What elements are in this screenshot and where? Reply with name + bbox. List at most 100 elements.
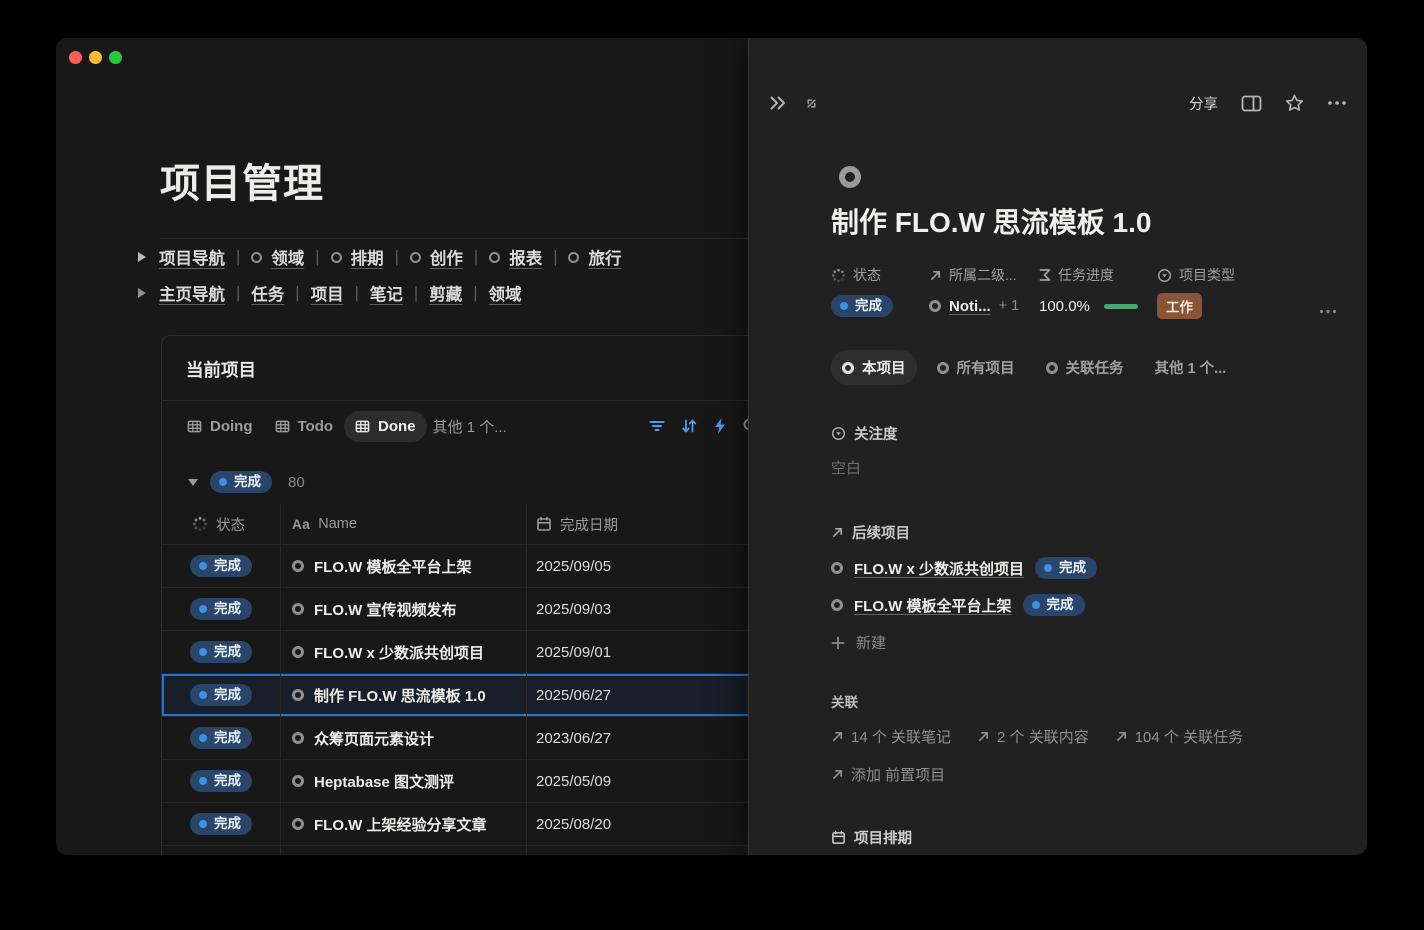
add-predecessor-button[interactable]: 添加 前置项目 [831,764,1337,785]
nav-link-clips[interactable]: 剪藏 [429,281,462,305]
nav-link-tasks[interactable]: 任务 [251,281,284,305]
view-tab-done[interactable]: Done [344,411,427,442]
property-type[interactable]: 项目类型 工作 [1157,265,1265,318]
close-window-button[interactable] [69,51,82,64]
nav-mention-create[interactable]: 创作 [410,245,463,269]
done-date[interactable]: 2025/05/09 [536,773,611,790]
status-badge[interactable]: 完成 [190,727,252,749]
page-icon[interactable] [839,166,861,188]
minimize-window-button[interactable] [89,51,102,64]
column-header-status[interactable]: 状态 [162,504,280,544]
property-parent[interactable]: 所属二级... Noti...+ 1 [929,265,1039,318]
nav-link-projects[interactable]: 项目 [311,281,344,305]
followup-item-title[interactable]: FLO.W 模板全平台上架 [854,595,1012,616]
project-name[interactable]: Heptabase 图文测评 [314,771,454,792]
sort-icon[interactable] [680,417,698,435]
property-status[interactable]: 状态 完成 [831,265,929,318]
done-date[interactable]: 2025/09/05 [536,558,611,575]
nav-link-project-nav[interactable]: 项目导航 [159,245,225,269]
rollup-sigma-icon [1039,268,1051,282]
expand-fullpage-icon[interactable] [804,96,819,111]
peek-page-title[interactable]: 制作 FLO.W 思流模板 1.0 [831,204,1337,242]
toggle-open-icon[interactable] [138,288,146,298]
more-properties-button[interactable] [1319,309,1337,314]
calendar-icon [536,516,552,532]
done-date[interactable]: 2023/06/27 [536,730,611,747]
status-badge[interactable]: 完成 [190,684,252,706]
nav-mention-schedule[interactable]: 排期 [331,245,384,269]
status-badge[interactable]: 完成 [190,598,252,620]
page-circle-icon [292,689,304,701]
status-badge[interactable]: 完成 [190,813,252,835]
nav-link-home-nav[interactable]: 主页导航 [159,281,225,305]
favorite-star-icon[interactable] [1285,94,1304,112]
project-name[interactable]: 众筹页面元素设计 [314,728,434,749]
app-window: 项目管理 项目导航 | 领域 | 排期 | 创作 | 报表 | 旅行 主页导航 … [56,38,1367,855]
attention-label: 关注度 [831,423,1337,444]
attention-empty-value[interactable]: 空白 [831,457,1337,478]
page-circle-icon [831,599,843,611]
page-circle-icon [292,646,304,658]
zoom-window-button[interactable] [109,51,122,64]
view-tab-label: Doing [210,418,253,435]
project-name[interactable]: 制作 FLO.W 思流模板 1.0 [314,685,486,706]
property-progress[interactable]: 任务进度 100.0% [1039,265,1157,318]
status-badge[interactable]: 完成 [831,295,893,317]
linked-tasks-link[interactable]: 104 个 关联任务 [1115,726,1243,747]
select-property-icon [1157,268,1172,283]
done-date[interactable]: 2025/09/03 [536,601,611,618]
nav-mention-domain[interactable]: 领域 [251,245,304,269]
followup-item[interactable]: FLO.W 模板全平台上架 完成 [831,593,1337,617]
status-badge[interactable]: 完成 [190,770,252,792]
done-date[interactable]: 2025/08/20 [536,816,611,833]
view-tab-doing[interactable]: Doing [176,411,264,442]
linked-notes-link[interactable]: 14 个 关联笔记 [831,726,951,747]
nav-mention-travel[interactable]: 旅行 [568,245,621,269]
close-peek-icon[interactable] [769,95,788,111]
status-badge[interactable]: 完成 [190,641,252,663]
done-date[interactable]: 2025/06/27 [536,687,611,704]
nav-link-notes[interactable]: 笔记 [370,281,403,305]
progress-value: 100.0% [1039,298,1090,315]
page-circle-icon [292,560,304,572]
more-options-icon[interactable] [1327,100,1347,106]
status-badge: 完成 [1035,557,1097,579]
project-name[interactable]: FLO.W x 少数派共创项目 [314,642,484,663]
side-peek-panel: 分享 制作 FLO.W 思流模板 1.0 状态 完成 [748,38,1367,855]
relation-arrow-icon [1115,730,1128,743]
new-followup-button[interactable]: 新建 [831,632,1337,653]
nav-link-domain[interactable]: 领域 [488,281,521,305]
done-date[interactable]: 2025/09/01 [536,644,611,661]
column-header-name[interactable]: Aa Name [280,504,526,544]
more-views-button[interactable]: 其他 1 个... [433,416,507,437]
toggle-open-icon[interactable] [138,252,146,262]
nav-mention-report[interactable]: 报表 [489,245,542,269]
followup-label: 后续项目 [831,522,1337,543]
separator: | [474,248,478,267]
view-circle-icon [842,362,854,374]
tab-all-projects[interactable]: 所有项目 [926,350,1026,385]
calendar-icon [831,830,846,845]
relation-value[interactable]: Noti... [949,298,991,315]
project-name[interactable]: FLO.W 宣传视频发布 [314,599,457,620]
side-peek-layout-icon[interactable] [1241,95,1262,112]
project-name[interactable]: FLO.W 上架经验分享文章 [314,814,487,835]
group-status-badge[interactable]: 完成 [210,471,272,493]
project-name[interactable]: FLO.W 模板全平台上架 [314,556,472,577]
type-badge[interactable]: 工作 [1157,293,1202,319]
collapse-group-icon[interactable] [188,479,198,486]
page-circle-icon [251,252,262,263]
tab-this-project[interactable]: 本项目 [831,350,917,385]
followup-item[interactable]: FLO.W x 少数派共创项目 完成 [831,556,1337,580]
linked-content-link[interactable]: 2 个 关联内容 [977,726,1089,747]
share-button[interactable]: 分享 [1189,93,1218,114]
status-dot-icon [840,302,848,310]
relation-extra-count[interactable]: + 1 [999,298,1020,314]
filter-icon[interactable] [648,417,666,435]
status-badge[interactable]: 完成 [190,555,252,577]
followup-item-title[interactable]: FLO.W x 少数派共创项目 [854,558,1024,579]
view-tab-todo[interactable]: Todo [264,411,345,442]
tab-linked-tasks[interactable]: 关联任务 [1035,350,1135,385]
automation-bolt-icon[interactable] [712,417,728,435]
tab-more-views[interactable]: 其他 1 个... [1144,350,1238,385]
